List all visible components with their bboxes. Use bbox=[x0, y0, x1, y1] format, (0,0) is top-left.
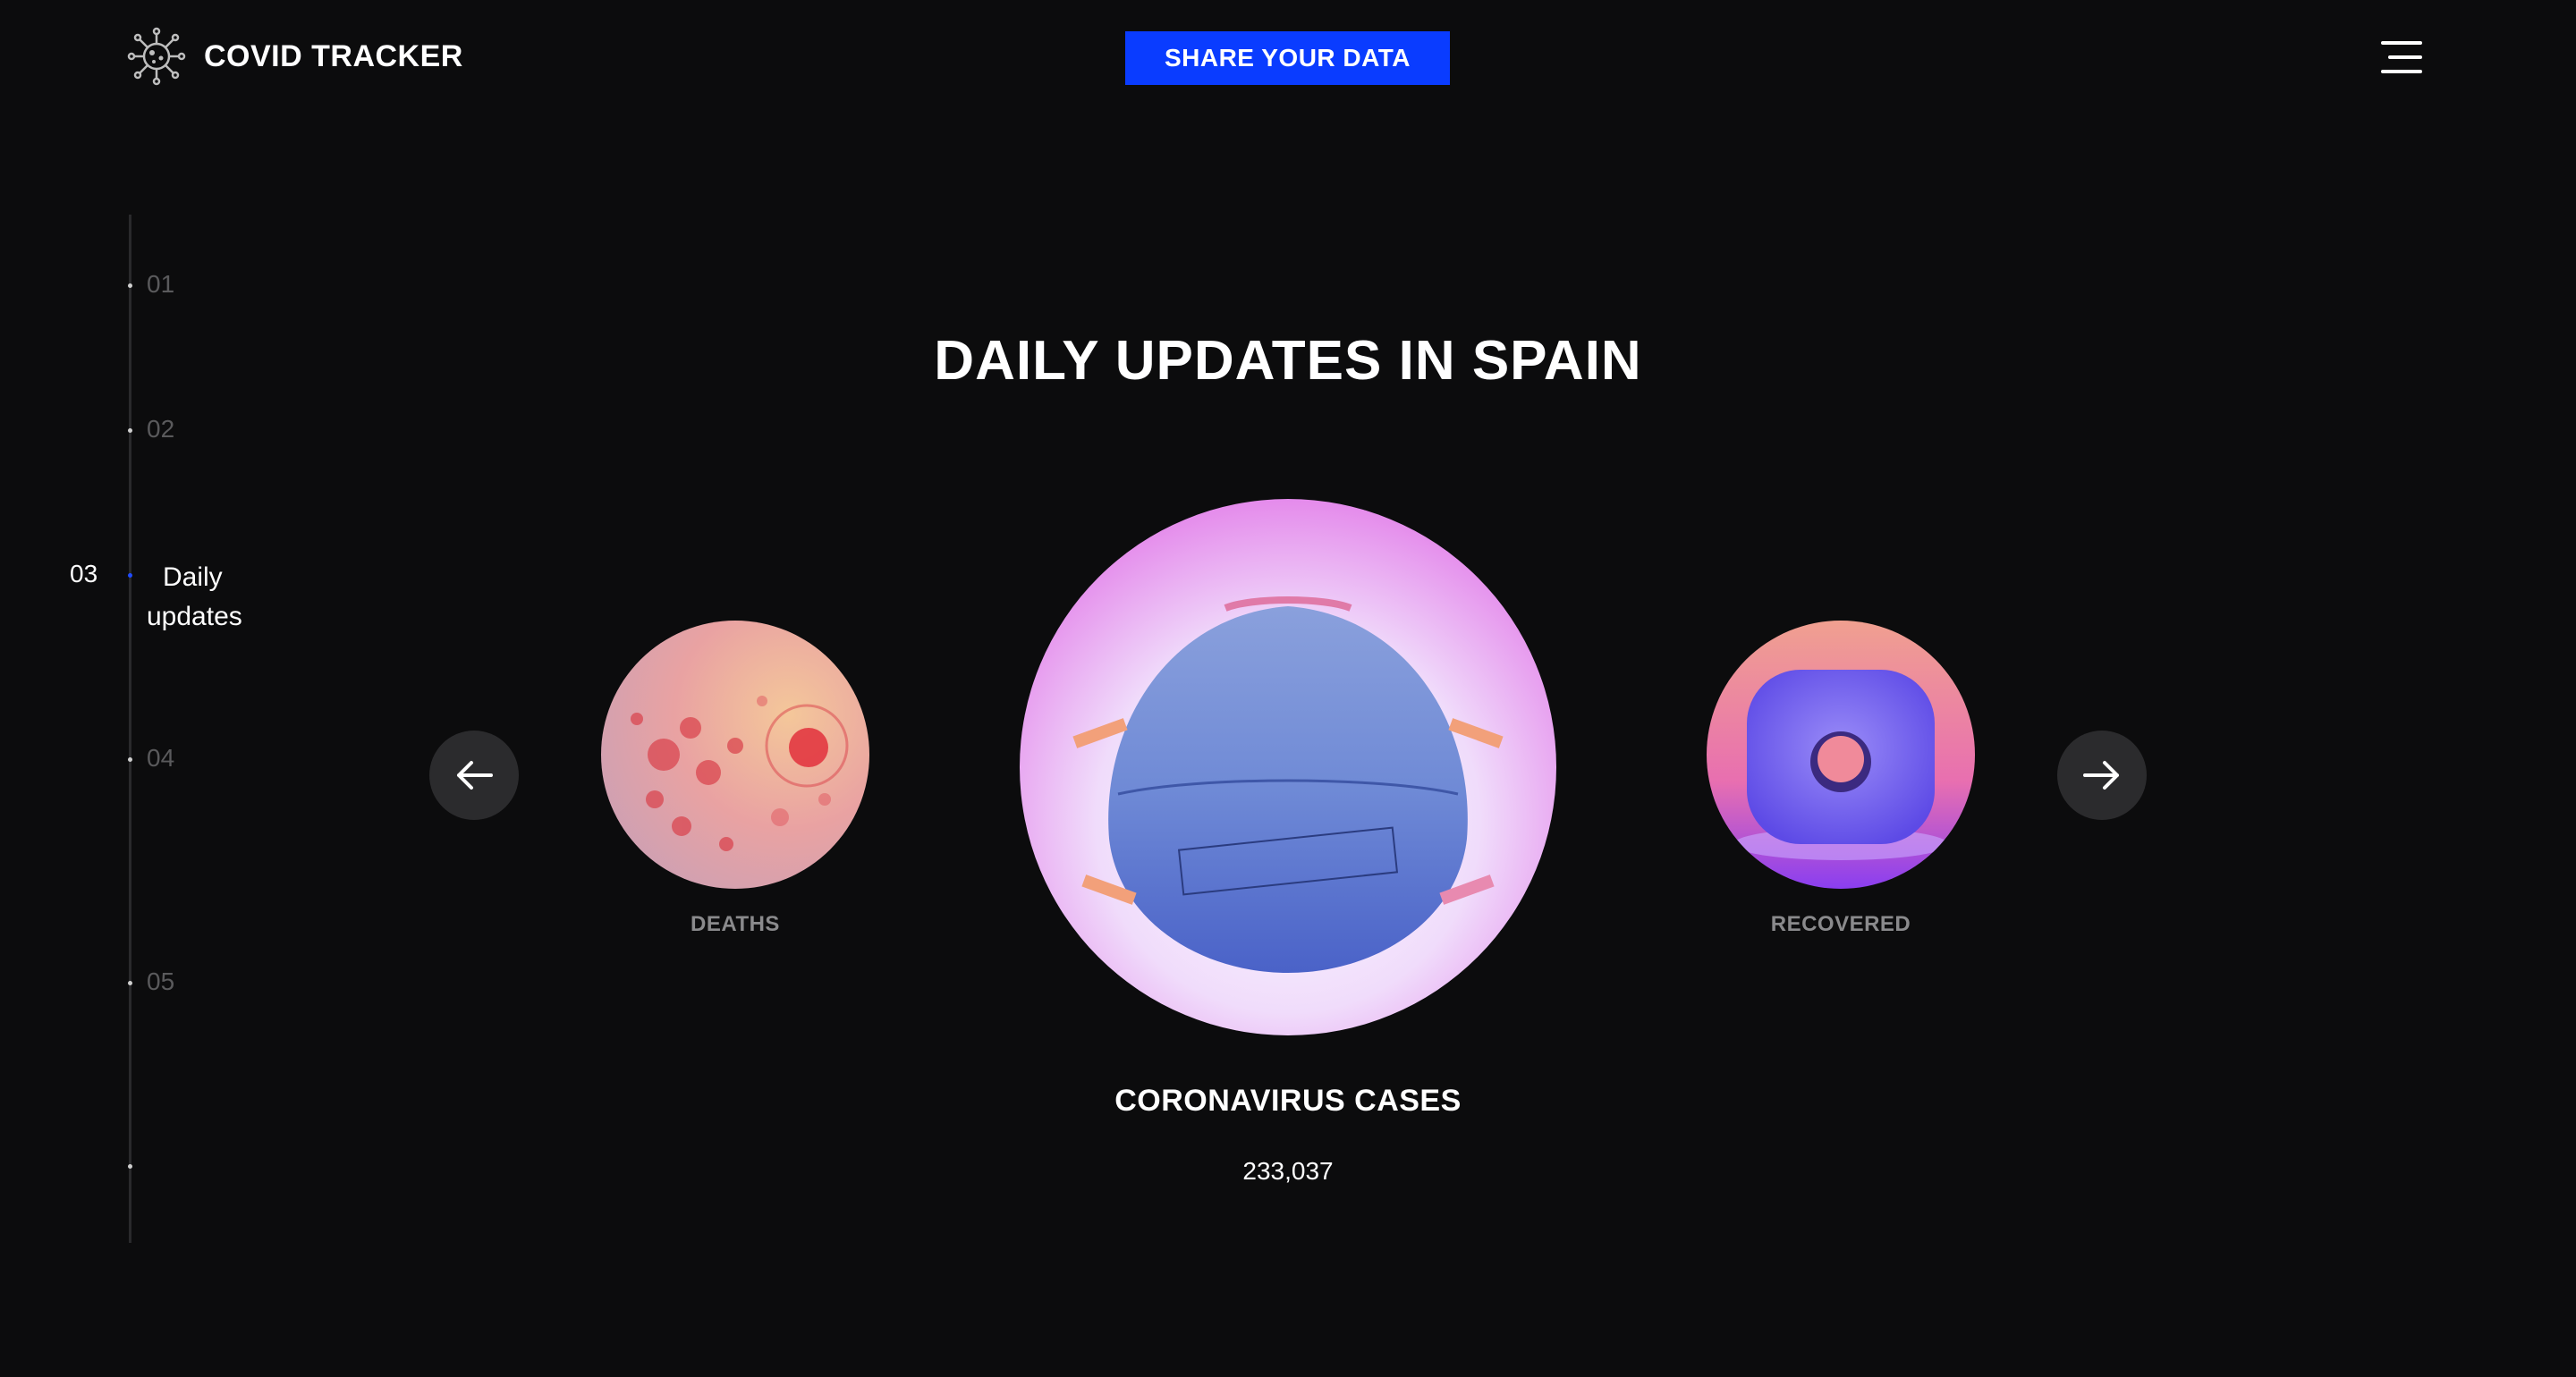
deaths-label: DEATHS bbox=[691, 912, 780, 936]
sidenav-item-05[interactable]: 05 bbox=[147, 967, 174, 996]
virus-cells-image bbox=[601, 621, 869, 889]
cases-label: CORONAVIRUS CASES bbox=[1114, 1084, 1462, 1118]
carousel-next-button[interactable] bbox=[2057, 731, 2147, 820]
sidenav-dot-03 bbox=[128, 573, 132, 578]
sidenav-item-03[interactable]: 03 bbox=[70, 560, 97, 588]
brand-logo[interactable]: COVID TRACKER bbox=[127, 27, 463, 86]
sidenav-item-01[interactable]: 01 bbox=[147, 270, 174, 299]
sidenav-label-line1: Daily bbox=[163, 562, 223, 592]
sidenav-label-line2: updates bbox=[147, 602, 242, 631]
sidenav-dot-02 bbox=[128, 428, 132, 433]
page-title: DAILY UPDATES IN SPAIN bbox=[934, 330, 1642, 392]
share-data-button[interactable]: SHARE YOUR DATA bbox=[1125, 31, 1450, 85]
cases-value: 233,037 bbox=[1242, 1157, 1334, 1185]
cases-card-image[interactable] bbox=[1020, 499, 1556, 1035]
arrow-right-icon bbox=[2083, 761, 2119, 790]
sidenav-dot-04 bbox=[128, 757, 132, 762]
sidenav-dot-01 bbox=[128, 283, 132, 288]
brand-name: COVID TRACKER bbox=[204, 38, 463, 73]
sidenav-item-03-label[interactable]: Daily updates bbox=[147, 558, 272, 637]
face-mask-image bbox=[1020, 499, 1556, 1035]
hamburger-menu-icon bbox=[2381, 41, 2422, 73]
sidenav-item-04[interactable]: 04 bbox=[147, 744, 174, 773]
arrow-left-icon bbox=[457, 761, 493, 790]
deaths-card-image[interactable] bbox=[601, 621, 869, 889]
sidenav-item-02[interactable]: 02 bbox=[147, 415, 174, 444]
toilet-paper-roll-image bbox=[1707, 621, 1975, 889]
virus-icon bbox=[127, 27, 186, 86]
carousel-prev-button[interactable] bbox=[429, 731, 519, 820]
sidenav-dot-05 bbox=[128, 981, 132, 985]
menu-button[interactable] bbox=[2381, 39, 2424, 75]
recovered-label: RECOVERED bbox=[1770, 912, 1911, 936]
recovered-card-image[interactable] bbox=[1707, 621, 1975, 889]
